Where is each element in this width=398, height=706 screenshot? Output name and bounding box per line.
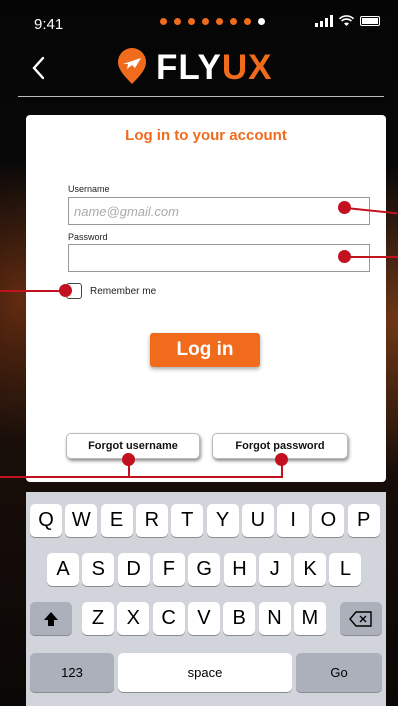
username-placeholder: name@gmail.com xyxy=(74,204,179,219)
key-f[interactable]: F xyxy=(152,553,185,586)
phone-screen: 9:41 FLYUX Log in to your account Userna… xyxy=(0,0,398,706)
key-b[interactable]: B xyxy=(223,602,256,635)
page-dot xyxy=(244,18,251,25)
page-dots xyxy=(160,18,265,25)
remember-label: Remember me xyxy=(90,285,157,297)
key-s[interactable]: S xyxy=(82,553,115,586)
username-label: Username xyxy=(68,184,110,194)
key-l[interactable]: L xyxy=(329,553,362,586)
status-bar: 9:41 xyxy=(0,0,398,40)
key-a[interactable]: A xyxy=(47,553,79,586)
card-title: Log in to your account xyxy=(125,127,287,144)
battery-icon xyxy=(360,16,380,26)
password-label: Password xyxy=(68,232,108,242)
app-logo: FLYUX xyxy=(112,46,273,90)
wifi-icon xyxy=(339,15,354,26)
page-dot xyxy=(216,18,223,25)
key-e[interactable]: E xyxy=(100,504,133,537)
annotation-marker xyxy=(122,453,135,466)
key-r[interactable]: R xyxy=(135,504,168,537)
annotation-marker xyxy=(275,453,288,466)
login-button[interactable]: Log in xyxy=(150,333,260,367)
logo-wordmark: FLYUX xyxy=(156,48,273,88)
annotation-marker xyxy=(59,284,72,297)
delete-key[interactable] xyxy=(340,602,382,635)
login-card: Log in to your account Username name@gma… xyxy=(26,115,386,482)
key-h[interactable]: H xyxy=(223,553,256,586)
key-q[interactable]: Q xyxy=(30,504,62,537)
key-d[interactable]: D xyxy=(117,553,150,586)
annotation-line xyxy=(346,256,398,258)
key-t[interactable]: T xyxy=(171,504,204,537)
back-chevron-icon[interactable] xyxy=(28,52,52,84)
annotation-line xyxy=(0,476,283,478)
key-v[interactable]: V xyxy=(187,602,220,635)
key-x[interactable]: X xyxy=(117,602,150,635)
remember-me[interactable]: Remember me xyxy=(66,283,156,299)
key-k[interactable]: K xyxy=(294,553,327,586)
logo-ux: UX xyxy=(221,48,273,87)
numbers-key[interactable]: 123 xyxy=(30,653,114,692)
page-dot-active xyxy=(258,18,265,25)
page-dot xyxy=(230,18,237,25)
password-field[interactable] xyxy=(68,244,370,272)
annotation-line xyxy=(0,290,64,292)
key-g[interactable]: G xyxy=(188,553,221,586)
key-i[interactable]: I xyxy=(277,504,310,537)
space-key[interactable]: space xyxy=(118,653,292,692)
key-n[interactable]: N xyxy=(258,602,291,635)
header-divider xyxy=(18,96,384,97)
keyboard: QWERTYUIOP ASDFGHJKL ZXCVBNM 123 space G… xyxy=(26,492,386,706)
key-j[interactable]: J xyxy=(258,553,291,586)
key-m[interactable]: M xyxy=(293,602,326,635)
annotation-marker xyxy=(338,201,351,214)
signal-icon xyxy=(315,15,333,27)
go-key[interactable]: Go xyxy=(296,653,382,692)
page-dot xyxy=(160,18,167,25)
page-dot xyxy=(188,18,195,25)
status-indicators xyxy=(315,15,380,27)
key-z[interactable]: Z xyxy=(82,602,114,635)
annotation-marker xyxy=(338,250,351,263)
key-w[interactable]: W xyxy=(65,504,98,537)
backspace-icon xyxy=(349,610,372,627)
key-o[interactable]: O xyxy=(312,504,345,537)
page-dot xyxy=(202,18,209,25)
key-u[interactable]: U xyxy=(241,504,274,537)
logo-fly: FLY xyxy=(156,48,222,87)
shift-arrow-icon xyxy=(44,611,58,626)
key-c[interactable]: C xyxy=(152,602,185,635)
plane-pin-icon xyxy=(118,48,146,84)
username-field[interactable]: name@gmail.com xyxy=(68,197,370,225)
status-time: 9:41 xyxy=(34,16,64,33)
key-p[interactable]: P xyxy=(347,504,380,537)
key-y[interactable]: Y xyxy=(206,504,239,537)
page-dot xyxy=(174,18,181,25)
shift-key[interactable] xyxy=(30,602,72,635)
